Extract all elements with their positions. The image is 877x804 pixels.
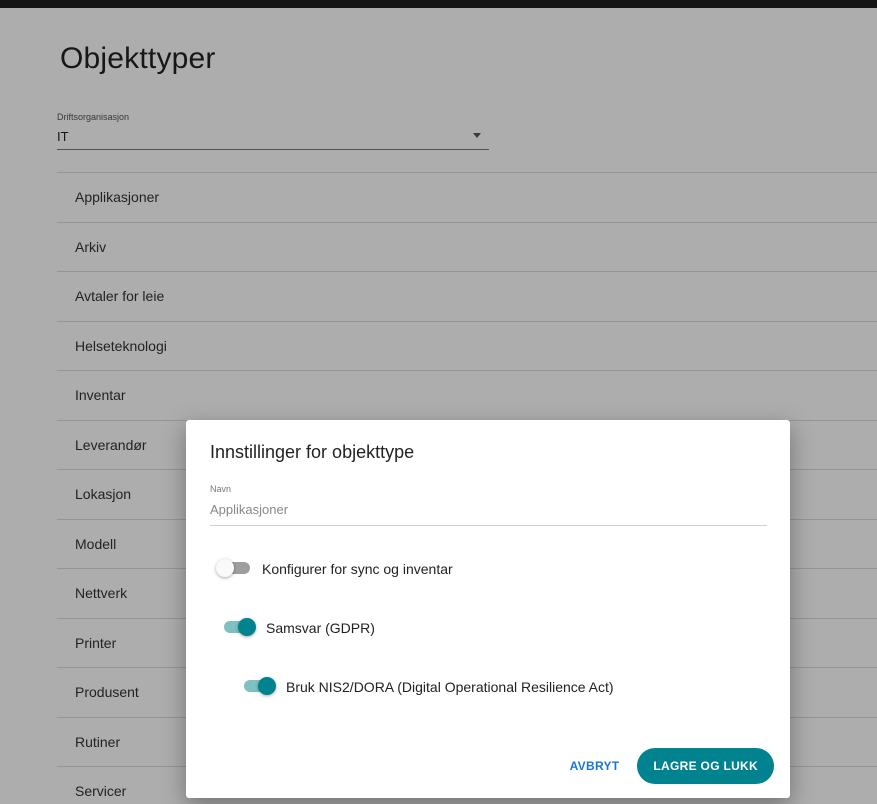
name-input[interactable]: Applikasjoner <box>210 502 767 526</box>
gdpr-label: Samsvar (GDPR) <box>266 620 375 636</box>
sync-inventory-label: Konfigurer for sync og inventar <box>262 561 453 577</box>
settings-dialog: Innstillinger for objekttype Navn Applik… <box>186 420 790 798</box>
cancel-button[interactable]: AVBRYT <box>570 759 620 773</box>
name-field-label: Navn <box>210 484 232 494</box>
gdpr-toggle[interactable] <box>224 618 256 636</box>
nis2-dora-toggle[interactable] <box>244 677 276 695</box>
gdpr-toggle-row[interactable]: Samsvar (GDPR) <box>224 618 375 636</box>
toggle-thumb <box>238 618 256 636</box>
sync-inventory-toggle-row[interactable]: Konfigurer for sync og inventar <box>216 559 453 577</box>
toggle-thumb <box>216 559 234 577</box>
nis2-dora-toggle-row[interactable]: Bruk NIS2/DORA (Digital Operational Resi… <box>244 677 614 695</box>
dialog-title: Innstillinger for objekttype <box>210 442 415 462</box>
dialog-actions: AVBRYT LAGRE OG LUKK <box>570 748 774 784</box>
toggle-thumb <box>258 677 276 695</box>
save-and-close-button[interactable]: LAGRE OG LUKK <box>637 748 774 784</box>
nis2-dora-label: Bruk NIS2/DORA (Digital Operational Resi… <box>286 679 614 695</box>
sync-inventory-toggle[interactable] <box>216 559 250 577</box>
name-field[interactable]: Navn Applikasjoner <box>210 484 767 526</box>
